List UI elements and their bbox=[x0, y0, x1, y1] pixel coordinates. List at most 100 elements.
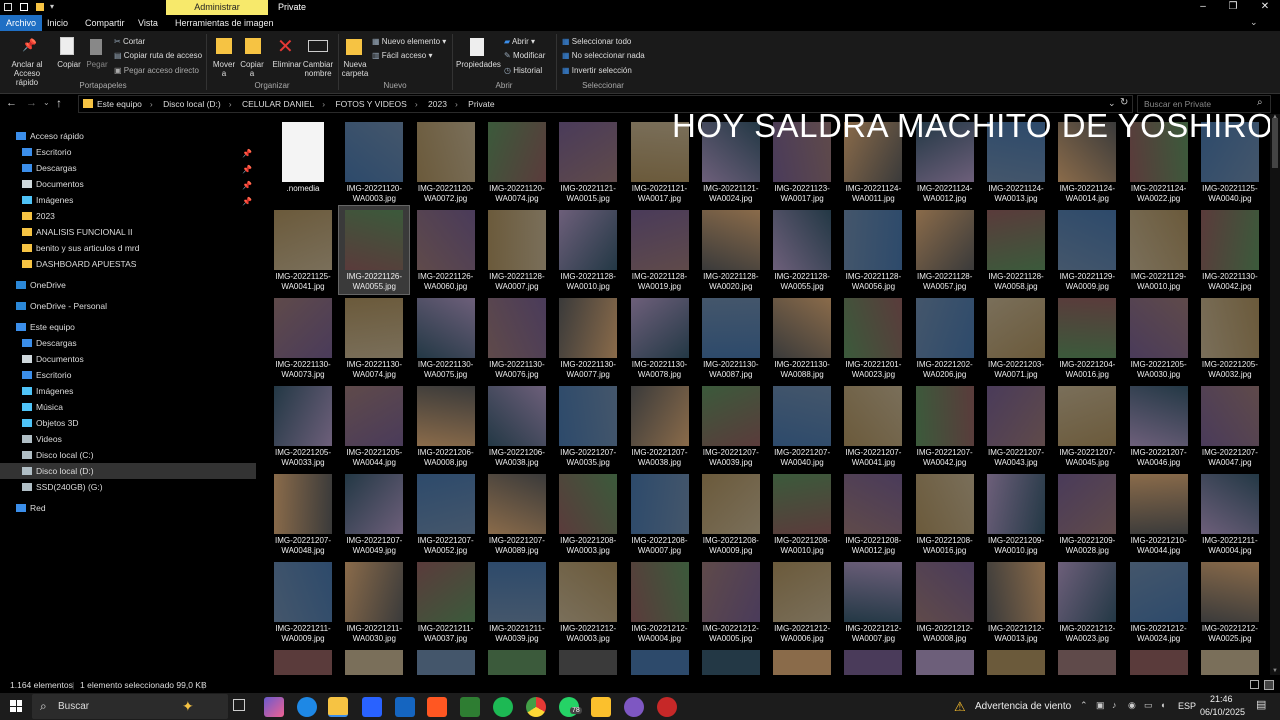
file-item[interactable]: IMG-20221212-WA0005.jpg bbox=[696, 558, 766, 646]
nav-item[interactable]: 2023 bbox=[0, 208, 256, 224]
new-folder-quick-icon[interactable] bbox=[36, 3, 44, 11]
image-thumbnail[interactable] bbox=[987, 650, 1045, 675]
scrollbar-thumb[interactable] bbox=[1272, 118, 1278, 168]
chrome-icon[interactable] bbox=[526, 697, 546, 717]
notes-app-icon[interactable] bbox=[591, 697, 611, 717]
customize-qa-icon[interactable]: ▾ bbox=[50, 2, 54, 11]
copy-to-button[interactable]: Copiar a bbox=[238, 60, 266, 78]
tray-app-icon[interactable]: ▣ bbox=[1096, 700, 1105, 711]
file-item[interactable]: IMG-20221212-WA0003.jpg bbox=[553, 558, 623, 646]
nav-item[interactable]: Escritorio 📌 bbox=[0, 144, 256, 160]
image-thumbnail[interactable] bbox=[773, 650, 832, 675]
breadcrumb-item[interactable]: Private bbox=[468, 99, 494, 109]
nav-item[interactable]: Imágenes bbox=[0, 383, 256, 399]
file-item[interactable]: IMG-20221130-WA0076.jpg bbox=[482, 294, 552, 382]
task-view-icon[interactable] bbox=[233, 699, 245, 711]
new-folder-button[interactable]: Nueva carpeta bbox=[338, 60, 372, 78]
properties-button[interactable]: Propiedades bbox=[456, 60, 501, 69]
copy-path-button[interactable]: ▤ Copiar ruta de acceso bbox=[114, 50, 202, 61]
file-item[interactable]: IMG-20221207-WA0043.jpg bbox=[981, 382, 1051, 470]
clock-date[interactable]: 06/10/2025 bbox=[1200, 707, 1245, 717]
network-tray-icon[interactable]: ▭ bbox=[1144, 700, 1153, 711]
file-item[interactable]: IMG-20221207-WA0047.jpg bbox=[1195, 382, 1265, 470]
warning-icon[interactable]: ⚠ bbox=[954, 699, 966, 715]
file-item[interactable]: IMG-20221120-WA0003.jpg bbox=[339, 118, 409, 206]
image-thumbnail[interactable] bbox=[1129, 650, 1188, 675]
file-item[interactable]: IMG-20221212-WA0023.jpg bbox=[1052, 558, 1122, 646]
file-item[interactable]: IMG-20221130-WA0087.jpg bbox=[696, 294, 766, 382]
file-item[interactable]: IMG-20221207-WA0040.jpg bbox=[767, 382, 837, 470]
copy-button[interactable]: Copiar bbox=[54, 60, 84, 69]
paste-shortcut-button[interactable]: ▣ Pegar acceso directo bbox=[114, 65, 199, 76]
nav-item[interactable]: Música bbox=[0, 399, 256, 415]
properties-quick-icon[interactable] bbox=[20, 3, 28, 11]
file-item[interactable]: IMG-20221207-WA0089.jpg bbox=[482, 470, 552, 558]
close-button[interactable]: ✕ bbox=[1250, 0, 1280, 15]
delete-button[interactable]: Eliminar bbox=[270, 60, 304, 69]
tab-home[interactable]: Inicio bbox=[41, 15, 74, 31]
file-item[interactable]: IMG-20221202-WA0206.jpg bbox=[910, 294, 980, 382]
file-item[interactable]: IMG-20221209-WA0010.jpg bbox=[981, 470, 1051, 558]
file-item[interactable]: IMG-20221207-WA0035.jpg bbox=[553, 382, 623, 470]
file-item[interactable]: IMG-20221205-WA0044.jpg bbox=[339, 382, 409, 470]
file-item[interactable]: IMG-20221128-WA0020.jpg bbox=[696, 206, 766, 294]
file-item[interactable]: IMG-20221207-WA0038.jpg bbox=[625, 382, 695, 470]
breadcrumb-item[interactable]: FOTOS Y VIDEOS bbox=[335, 99, 406, 109]
nav-item[interactable]: Disco local (C:) bbox=[0, 447, 256, 463]
file-item[interactable]: IMG-20221207-WA0048.jpg bbox=[268, 470, 338, 558]
file-item[interactable]: IMG-20221126-WA0055.jpg bbox=[338, 205, 411, 295]
file-item[interactable]: IMG-20221205-WA0033.jpg bbox=[268, 382, 338, 470]
file-item[interactable]: IMG-20221205-WA0030.jpg bbox=[1124, 294, 1194, 382]
file-item[interactable]: IMG-20221208-WA0003.jpg bbox=[553, 470, 623, 558]
open-button[interactable]: ▰ Abrir ▾ bbox=[504, 36, 535, 47]
brave-icon[interactable] bbox=[427, 697, 447, 717]
nav-item[interactable]: Documentos bbox=[0, 351, 256, 367]
tray-overflow-icon[interactable]: ⌃ bbox=[1080, 700, 1088, 711]
recent-locations-icon[interactable]: ⌄ bbox=[43, 98, 50, 107]
file-item[interactable]: IMG-20221207-WA0045.jpg bbox=[1052, 382, 1122, 470]
file-item[interactable]: IMG-20221130-WA0088.jpg bbox=[767, 294, 837, 382]
file-item[interactable]: IMG-20221207-WA0039.jpg bbox=[696, 382, 766, 470]
file-item[interactable]: IMG-20221212-WA0006.jpg bbox=[767, 558, 837, 646]
back-icon[interactable]: ← bbox=[6, 97, 17, 109]
image-thumbnail[interactable] bbox=[701, 650, 760, 675]
nav-item[interactable]: benito y sus articulos d mrd bbox=[0, 240, 256, 256]
file-item[interactable]: .nomedia bbox=[268, 118, 338, 206]
nav-item[interactable]: Escritorio bbox=[0, 367, 256, 383]
microphone-icon[interactable]: ♪ bbox=[1112, 700, 1117, 710]
edge-icon[interactable] bbox=[297, 697, 317, 717]
file-item[interactable]: IMG-20221128-WA0055.jpg bbox=[767, 206, 837, 294]
up-icon[interactable]: ↑ bbox=[56, 96, 62, 110]
file-item[interactable]: IMG-20221128-WA0010.jpg bbox=[553, 206, 623, 294]
file-item[interactable]: IMG-20221128-WA0019.jpg bbox=[625, 206, 695, 294]
image-thumbnail[interactable] bbox=[274, 650, 332, 675]
new-item-button[interactable]: ▦ Nuevo elemento ▾ bbox=[372, 36, 446, 47]
history-button[interactable]: ◷ Historial bbox=[504, 65, 542, 76]
file-item[interactable]: IMG-20221208-WA0007.jpg bbox=[625, 470, 695, 558]
file-item[interactable]: IMG-20221120-WA0072.jpg bbox=[411, 118, 481, 206]
image-thumbnail[interactable] bbox=[559, 650, 618, 675]
image-thumbnail[interactable] bbox=[416, 650, 475, 675]
move-to-button[interactable]: Mover a bbox=[210, 60, 238, 78]
file-item[interactable]: IMG-20221130-WA0077.jpg bbox=[553, 294, 623, 382]
file-item[interactable]: IMG-20221207-WA0049.jpg bbox=[339, 470, 409, 558]
file-item[interactable]: IMG-20221203-WA0071.jpg bbox=[981, 294, 1051, 382]
nav-item[interactable]: OneDrive bbox=[0, 277, 256, 293]
file-item[interactable]: IMG-20221204-WA0016.jpg bbox=[1052, 294, 1122, 382]
nav-item[interactable]: Este equipo bbox=[0, 319, 256, 335]
file-item[interactable]: IMG-20221211-WA0037.jpg bbox=[411, 558, 481, 646]
file-item[interactable]: IMG-20221206-WA0038.jpg bbox=[482, 382, 552, 470]
start-button[interactable] bbox=[10, 700, 22, 712]
file-item[interactable]: IMG-20221208-WA0010.jpg bbox=[767, 470, 837, 558]
outlook-icon[interactable] bbox=[395, 697, 415, 717]
nav-item[interactable]: ANALISIS FUNCIONAL II bbox=[0, 224, 256, 240]
paste-button[interactable]: Pegar bbox=[84, 60, 110, 69]
file-item[interactable]: IMG-20221208-WA0012.jpg bbox=[838, 470, 908, 558]
cut-button[interactable]: ✂ Cortar bbox=[114, 36, 145, 47]
select-all-button[interactable]: ▦ Seleccionar todo bbox=[562, 36, 631, 47]
image-thumbnail[interactable] bbox=[915, 650, 974, 675]
nav-item[interactable]: OneDrive - Personal bbox=[0, 298, 256, 314]
breadcrumb-item[interactable]: Este equipo bbox=[97, 99, 142, 109]
volume-icon[interactable]: ◖ bbox=[1160, 700, 1165, 710]
nav-item[interactable]: Descargas bbox=[0, 335, 256, 351]
